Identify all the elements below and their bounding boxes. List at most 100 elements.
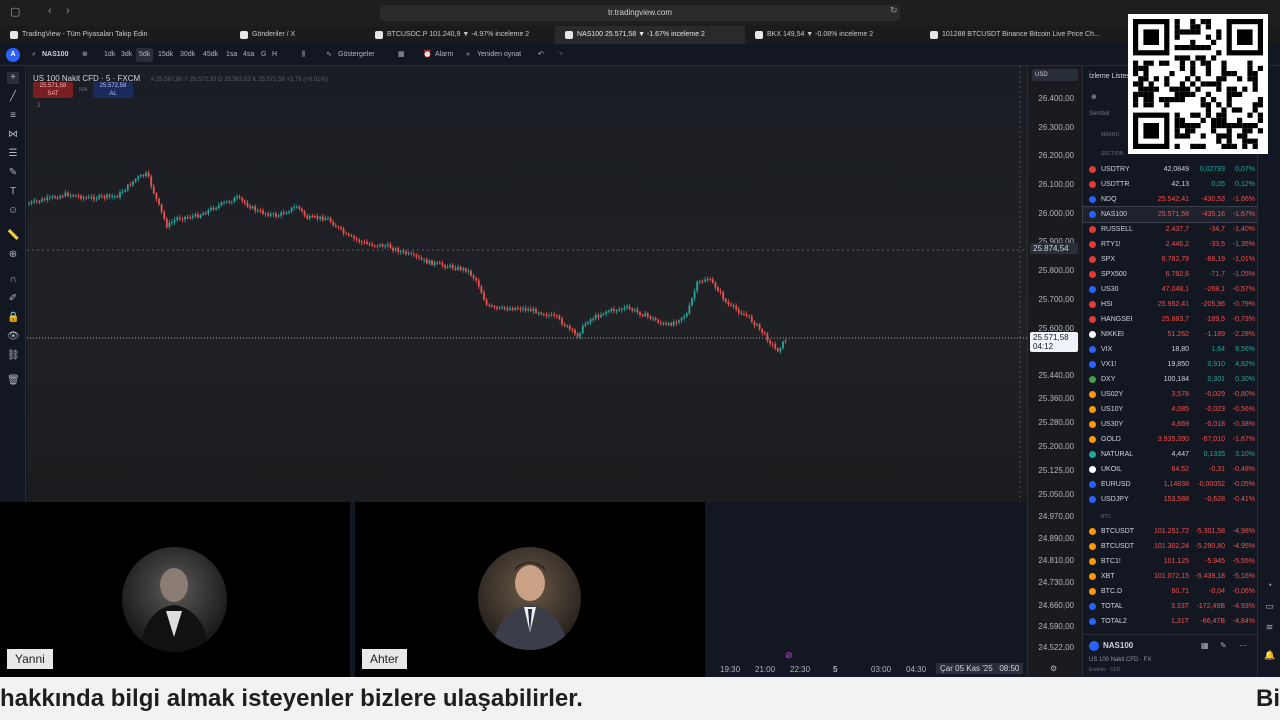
interval-1sa[interactable]: 1sa — [226, 48, 237, 62]
watchlist-row[interactable]: BTC1! 101.125 -5.945 -5,55% — [1083, 554, 1258, 569]
add-symbol-icon[interactable]: ⊕ — [1091, 93, 1097, 101]
interval-45dk[interactable]: 45dk — [203, 48, 218, 62]
browser-tab[interactable]: BKX 149,54 ▼ -0.08% inceleme 2 — [745, 26, 920, 44]
watchlist-row[interactable]: USDTRY 42,0849 0,02793 0,07% — [1083, 162, 1258, 177]
watchlist-row[interactable]: US10Y 4,085 -0,023 -0,56% — [1083, 402, 1258, 417]
visibility-icon[interactable]: 👁 — [7, 331, 20, 343]
alarm-button[interactable]: Alarm — [435, 48, 453, 62]
interval-G[interactable]: G — [261, 48, 266, 62]
watchlist-row[interactable]: BTC.D 60,71 -0,04 -0,06% — [1083, 584, 1258, 599]
buy-button[interactable]: 25.572,58 AL — [93, 82, 133, 98]
reload-icon[interactable]: ↻ — [890, 5, 898, 16]
event-marker-icon[interactable]: ⊘ — [785, 650, 793, 661]
forward-icon[interactable]: › — [66, 5, 70, 17]
back-icon[interactable]: ‹ — [48, 5, 52, 17]
text-icon[interactable]: T — [7, 186, 19, 198]
interval-H[interactable]: H — [272, 48, 277, 62]
interval-4sa[interactable]: 4sa — [243, 48, 254, 62]
grid-icon[interactable]: ▦ — [1201, 641, 1209, 650]
settings-gear-icon[interactable]: ⚙ — [1050, 664, 1057, 673]
watchlist-row[interactable]: SPX 6.782,79 -69,19 -1,01% — [1083, 252, 1258, 267]
watchlist-row[interactable]: NATURAL 4,447 0,1335 3,10% — [1083, 447, 1258, 462]
undo-icon[interactable]: ↶ — [538, 48, 544, 62]
browser-tab[interactable]: BTCUSDC.P 101.240,9 ▼ -4.97% inceleme 2 — [365, 26, 555, 44]
watchlist-row[interactable]: XBT 101.072,15 -5.439,18 -5,16% — [1083, 569, 1258, 584]
watchlist-row[interactable]: BTCUSDT 101.302,24 -5.290,80 -4,95% — [1083, 539, 1258, 554]
watchlist-title[interactable]: İzleme Listesi — [1089, 73, 1131, 80]
address-bar[interactable]: tr.tradingview.com — [380, 5, 900, 21]
section-header[interactable]: BTC — [1101, 514, 1111, 520]
trendline-icon[interactable]: ╱ — [7, 91, 19, 103]
watchlist-row[interactable]: HSI 25.952,41 -205,96 -0,79% — [1083, 297, 1258, 312]
watchlist-row[interactable]: SPX500 6.782,6 -71,7 -1,05% — [1083, 267, 1258, 282]
symbol-search-button[interactable]: NAS100 — [42, 48, 68, 62]
magnet-icon[interactable]: ∩ — [7, 274, 19, 286]
compare-symbol-icon[interactable]: ⊕ — [82, 48, 88, 62]
price-axis[interactable]: USD 26.400,00 26.300,00 26.200,00 26.100,00… — [1027, 66, 1082, 676]
sell-button[interactable]: 25.571,58 SAT — [33, 82, 73, 98]
lock-icon[interactable]: 🔒 — [7, 312, 19, 324]
watchlist-row[interactable]: EURUSD 1,14838 -0,00052 -0,05% — [1083, 477, 1258, 492]
watchlist-row[interactable]: DXY 100,184 0,301 0,30% — [1083, 372, 1258, 387]
time-axis[interactable]: ⊘ 19:30 21:00 22:30 5 03:00 04:30 Çar 05… — [700, 650, 1080, 676]
candle-type-icon[interactable]: ⫼ — [302, 48, 305, 62]
watchlist-row[interactable]: VIX 18,80 1,64 9,56% — [1083, 342, 1258, 357]
section-header[interactable]: MAKRO — [1101, 132, 1119, 138]
ruler-icon[interactable]: 📏 — [7, 230, 19, 242]
notification-bell-icon[interactable]: 🔔 — [1264, 650, 1275, 661]
sidebar-toggle-icon[interactable]: ▢ — [10, 5, 20, 18]
watchlist-row[interactable]: USDJPY 153,588 -0,628 -0,41% — [1083, 492, 1258, 507]
interval-5dk[interactable]: 5dk — [136, 48, 154, 62]
watchlist-row[interactable]: US30 47.048,1 -268,1 -0,57% — [1083, 282, 1258, 297]
calendar-icon[interactable]: ▭ — [1264, 601, 1275, 612]
watchlist-row[interactable]: NIKKEI 51.262 -1.189 -2,28% — [1083, 327, 1258, 342]
watchlist-row[interactable]: NDQ 25.542,41 -430,53 -1,66% — [1083, 192, 1258, 207]
watchlist-row[interactable]: BTCUSDT 101.251,72 -5.301,58 -4,98% — [1083, 524, 1258, 539]
currency-select[interactable]: USD — [1032, 69, 1078, 81]
browser-tab[interactable]: Gönderiler / X — [230, 26, 365, 44]
link-icon[interactable]: ⛓ — [7, 350, 20, 362]
watchlist-row[interactable]: TOTAL2 1,31T -66,47B -4,84% — [1083, 614, 1258, 629]
search-icon[interactable]: ⌕ — [32, 48, 36, 62]
fib-icon[interactable]: ≡ — [7, 110, 19, 122]
crosshair-icon[interactable]: + — [7, 72, 19, 84]
edit-icon[interactable]: ✎ — [1220, 641, 1227, 650]
redo-icon[interactable]: ↷ — [557, 48, 563, 62]
browser-tab[interactable]: TradingView - Tüm Piyasaları Takip Edin — [0, 26, 230, 44]
replay-icon[interactable]: « — [466, 48, 470, 62]
watchlist-row[interactable]: RTY1! 2.446,2 -33,5 -1,35% — [1083, 237, 1258, 252]
watchlist-row[interactable]: GOLD 3.935,390 -67,010 -1,67% — [1083, 432, 1258, 447]
watchlist-row[interactable]: US02Y 3,578 -0,029 -0,80% — [1083, 387, 1258, 402]
chart-pane[interactable] — [27, 66, 1027, 502]
pattern-icon[interactable]: ⋈ — [7, 129, 19, 141]
trash-icon[interactable]: 🗑 — [7, 375, 20, 387]
watchlist-row[interactable]: NAS100 25.571,58 -435,16 -1,67% — [1082, 206, 1259, 223]
clock-icon[interactable]: ◔ — [1264, 580, 1275, 591]
section-header[interactable]: SECTION — [1101, 151, 1123, 157]
detail-symbol[interactable]: NAS100 — [1103, 641, 1133, 650]
indicators-button[interactable]: Göstergeler — [338, 48, 375, 62]
prediction-icon[interactable]: ☰ — [7, 148, 19, 160]
indicators-icon[interactable]: ∿ — [326, 48, 332, 62]
indicator-count[interactable]: 3 — [37, 103, 40, 109]
more-icon[interactable]: ⋯ — [1239, 641, 1247, 650]
watchlist-row[interactable]: HANGSEI 25.883,7 -189,5 -0,73% — [1083, 312, 1258, 327]
interval-30dk[interactable]: 30dk — [180, 48, 195, 62]
signal-icon[interactable]: ≋ — [1264, 622, 1275, 633]
watchlist-row[interactable]: USDTTR 42,13 0,05 0,12% — [1083, 177, 1258, 192]
replay-button[interactable]: Yeniden oynat — [477, 48, 521, 62]
drawing-mode-icon[interactable]: ✐ — [7, 293, 19, 305]
column-header-symbol[interactable]: Sembol — [1089, 111, 1109, 117]
watchlist-row[interactable]: VX1! 19,850 0,910 4,82% — [1083, 357, 1258, 372]
interval-3dk[interactable]: 3dk — [121, 48, 132, 62]
brush-icon[interactable]: ✎ — [7, 167, 19, 179]
zoom-icon[interactable]: ⊕ — [7, 249, 19, 261]
profile-avatar[interactable]: A — [6, 48, 20, 62]
interval-15dk[interactable]: 15dk — [158, 48, 173, 62]
alarm-icon[interactable]: ⏰ — [423, 48, 432, 62]
price-chart[interactable] — [27, 66, 1027, 502]
watchlist-row[interactable]: UKOIL 64,52 -0,31 -0,48% — [1083, 462, 1258, 477]
browser-tab-active[interactable]: NAS100 25.571,58 ▼ -1.67% inceleme 2 — [555, 26, 745, 44]
layout-grid-icon[interactable]: ▦ — [398, 48, 405, 62]
interval-1dk[interactable]: 1dk — [104, 48, 115, 62]
